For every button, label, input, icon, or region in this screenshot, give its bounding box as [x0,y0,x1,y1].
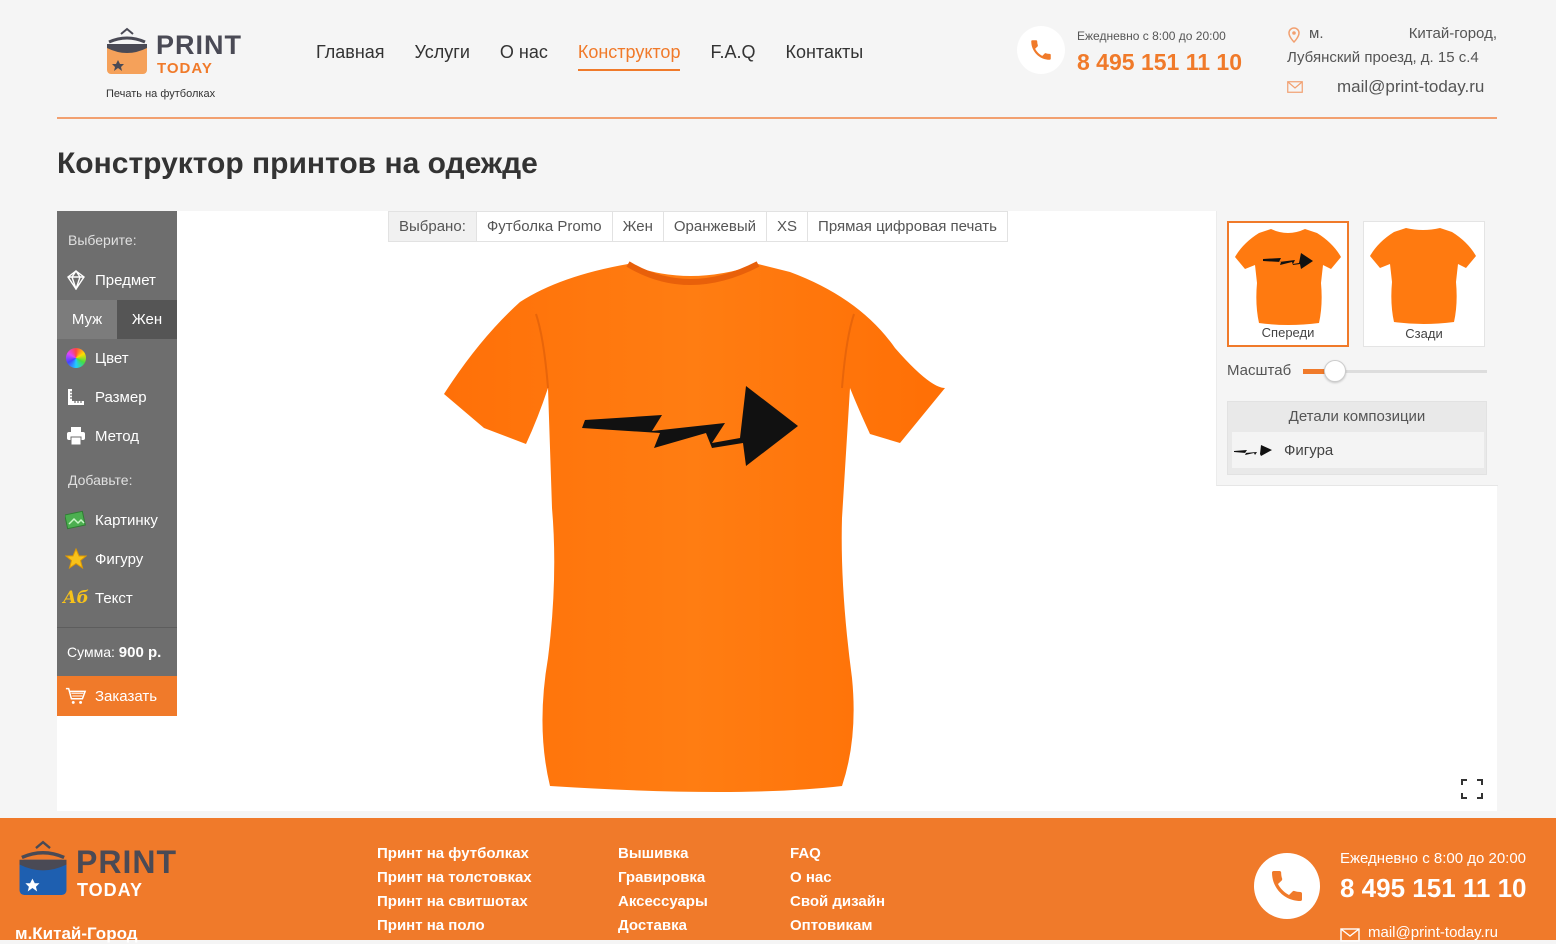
footer-link[interactable]: FAQ [790,842,885,866]
footer-phone-icon [1254,853,1320,919]
composition-details: Детали композиции Фигура [1227,401,1487,475]
phone-icon [1017,26,1065,74]
lightning-arrow-icon [1234,445,1272,456]
shopping-bag-logo-icon [19,840,67,895]
footer-link[interactable]: Принт на свитшотах [377,890,532,914]
footer-logo-today: TODAY [77,880,144,900]
footer-logo[interactable]: PRINT TODAY [16,838,176,908]
cart-icon [65,685,87,707]
method-button[interactable]: Метод [65,421,177,451]
site-footer: PRINT TODAY м.Китай-Город Принт на футбо… [0,818,1556,943]
gender-female-button[interactable]: Жен [117,300,177,339]
footer-link[interactable]: О нас [790,866,885,890]
text-icon: Aб [63,588,89,608]
main-nav: Главная Услуги О нас Конструктор F.A.Q К… [316,42,863,71]
add-text-button[interactable]: Aб Текст [63,583,177,613]
nav-home[interactable]: Главная [316,42,385,71]
star-icon [65,548,87,570]
fullscreen-icon[interactable] [1461,779,1483,799]
gender-male-button[interactable]: Муж [57,300,117,339]
order-sum: Сумма: 900 р. [67,644,162,661]
nav-faq[interactable]: F.A.Q [710,42,755,71]
header-divider [57,117,1497,119]
footer-logo-print: PRINT [76,844,177,880]
footer-phone[interactable]: 8 495 151 11 10 [1340,873,1527,904]
footer-hours: Ежедневно с 8:00 до 20:00 [1340,850,1527,867]
order-sum-value: 900 р. [118,644,162,661]
composition-item[interactable]: Фигура [1232,432,1484,468]
logo-print-text: PRINT [156,30,242,60]
scale-slider-handle[interactable] [1324,360,1347,382]
printer-icon [65,425,87,447]
footer-col-info: FAQ О нас Свой дизайн Оптовикам [790,842,885,938]
add-shape-button[interactable]: Фигуру [65,544,177,574]
selection-gender: Жен [611,212,663,241]
add-label: Добавьте: [68,472,133,488]
color-button[interactable]: Цвет [65,343,177,373]
order-button[interactable]: Заказать [57,676,177,716]
logo-tagline: Печать на футболках [106,88,216,100]
nav-services[interactable]: Услуги [415,42,470,71]
selection-size: XS [766,212,807,241]
product-button[interactable]: Предмет [65,265,177,295]
mail-icon [1287,81,1303,93]
image-icon [65,509,87,531]
choose-label: Выберите: [68,232,137,248]
footer-link[interactable]: Вышивка [618,842,708,866]
color-wheel-icon [65,347,87,369]
nav-about[interactable]: О нас [500,42,548,71]
footer-link[interactable]: Аксессуары [618,890,708,914]
composition-details-title: Детали композиции [1288,407,1426,425]
selection-label: Выбрано: [389,212,476,241]
address-line-1: м. Китай-город, [1309,25,1497,42]
logo-today-text: TODAY [157,60,213,77]
footer-link[interactable]: Принт на толстовках [377,866,532,890]
back-view-thumb[interactable]: Сзади [1363,221,1485,347]
constructor-sidebar: Выберите: Предмет Муж Жен Цвет Размер Ме… [57,211,177,716]
add-image-button[interactable]: Картинку [65,505,177,535]
footer-link[interactable]: Оптовикам [790,914,885,938]
ruler-icon [65,386,87,408]
tshirt-back-thumb [1370,228,1476,324]
selection-product: Футболка Promo [475,212,612,241]
footer-email[interactable]: mail@print-today.ru [1368,924,1498,941]
selection-method: Прямая цифровая печать [807,212,1007,241]
footer-link[interactable]: Доставка [618,914,708,938]
gender-switch: Муж Жен [57,300,177,339]
footer-link[interactable]: Гравировка [618,866,708,890]
selection-summary: Выбрано: Футболка Promo Жен Оранжевый XS… [388,211,1008,242]
tshirt-preview[interactable] [440,258,950,798]
front-view-thumb[interactable]: Спереди [1227,221,1349,347]
nav-contacts[interactable]: Контакты [785,42,863,71]
front-view-label: Спереди [1261,325,1315,340]
diamond-icon [65,269,87,291]
selection-color: Оранжевый [662,212,766,241]
footer-link[interactable]: Принт на поло [377,914,532,938]
page-title: Конструктор принтов на одежде [57,147,538,180]
header-email[interactable]: mail@print-today.ru [1337,77,1484,97]
scale-label: Масштаб [1227,362,1292,379]
back-view-label: Сзади [1405,326,1443,341]
footer-metro: м.Китай-Город [15,924,138,943]
nav-constructor[interactable]: Конструктор [577,42,681,71]
working-hours: Ежедневно с 8:00 до 20:00 [1077,29,1226,43]
site-logo[interactable]: PRINT TODAY Печать на футболках [104,24,254,104]
address-line-2: Лубянский проезд, д. 15 с.4 [1287,49,1479,66]
footer-col-prints: Принт на футболках Принт на толстовках П… [377,842,532,938]
tshirt-front-thumb [1235,229,1341,325]
size-button[interactable]: Размер [65,382,177,412]
shopping-bag-logo-icon [107,27,147,74]
footer-col-services: Вышивка Гравировка Аксессуары Доставка [618,842,708,938]
footer-link[interactable]: Свой дизайн [790,890,885,914]
view-panel: Спереди Сзади Масштаб Детали композиции … [1216,211,1498,486]
header-phone[interactable]: 8 495 151 11 10 [1077,49,1242,76]
footer-link[interactable]: Принт на футболках [377,842,532,866]
sum-divider [57,627,177,628]
